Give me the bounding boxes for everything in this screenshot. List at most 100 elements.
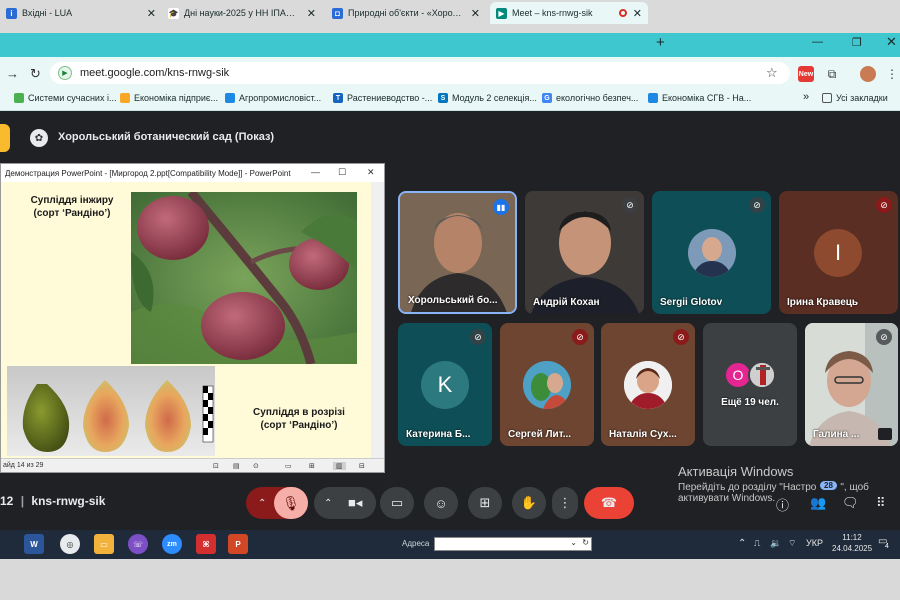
clock-date: 24.04.2025 [832,544,873,553]
present-button[interactable]: ⊞ [468,487,502,519]
chevron-down-icon[interactable]: ⌄ [570,538,577,547]
people-count-badge: 28 [820,481,837,490]
maximize-icon[interactable]: ❐ [852,36,862,49]
participant-tile[interactable]: ⊘ Сергей Лит... [500,323,594,446]
activities-icon[interactable]: ⠿ [876,495,886,511]
presenter-label: Хорольський ботанический сад (Показ) [58,131,275,143]
reading-view-icon[interactable]: ▥ [333,461,346,470]
minimize-icon[interactable]: — [812,36,823,48]
tab-label: Meet – kns-rnwg-sik [512,8,593,18]
emoji-button[interactable]: ☺ [424,487,458,519]
participant-tile[interactable]: ⊘ Галина ... [805,323,898,446]
notes-icon[interactable]: ⊡ [213,462,219,470]
mic-control[interactable]: ⌃ 🎙 [246,487,308,519]
sorter-view-icon[interactable]: ⊞ [309,462,315,470]
word-icon[interactable]: W [24,534,44,554]
avatar-photo [624,361,672,409]
bookmark-item[interactable]: Економіка СГВ - На... [648,93,751,103]
presenter-avatar: ✿ [30,129,48,147]
more-participants-tile[interactable]: О Ещё 19 чел. [703,323,797,446]
minimize-icon[interactable]: — [311,167,320,177]
slide: Супліддя інжиру (сорт ‘Рандіно’) Суплідд… [1,182,371,458]
more-options-button[interactable]: ⋮ [552,487,578,519]
site-info-icon[interactable]: ▶ [58,66,72,80]
reload-icon[interactable]: ↻ [30,66,41,82]
windows-activation-watermark: Активація Windows Перейдіть до розділу "… [678,464,869,504]
clock[interactable]: 11:12 24.04.2025 [832,532,872,554]
captions-button[interactable]: ▭ [380,487,414,519]
pdf-icon[interactable]: ⌘ [196,534,216,554]
close-icon[interactable]: ✕ [307,7,316,20]
fig-branch-photo [131,192,357,364]
chevron-up-icon[interactable]: ⌃ [324,498,332,509]
network-icon[interactable]: ⌔ [788,538,796,549]
bookmark-item[interactable]: S Модуль 2 селекція... [438,93,537,103]
activation-text: ", щоб [840,482,869,493]
bookmark-label: Економіка підприє... [134,93,218,103]
zoom-icon[interactable]: zm [162,534,182,554]
bookmark-item[interactable]: T Растениеводство -... [333,93,432,103]
close-icon[interactable]: ✕ [367,167,375,178]
bookmark-star-icon[interactable]: ☆ [766,65,778,81]
tab-natural-objects[interactable]: ◘ Природні об'єкти - «Хорольськ ✕ [326,2,486,24]
shared-screen-powerpoint[interactable]: Демонстрация PowerPoint - [Миргород 2.pp… [0,163,385,473]
participant-tile[interactable]: ⊘ Sergii Glotov [652,191,771,314]
tab-science-days[interactable]: 🎓 Дні науки-2025 у НН ІПАН »Іс ✕ [162,2,322,24]
mic-off-icon[interactable]: 🎙 [274,487,308,519]
more-bookmarks-icon[interactable]: » [803,91,809,103]
language-indicator[interactable]: УКР [806,538,823,548]
chat-icon[interactable]: 🗨 [842,495,859,511]
participant-tile[interactable]: K ⊘ Катерина Б... [398,323,492,446]
normal-view-icon[interactable]: ▭ [285,462,292,470]
mic-off-icon: ⊘ [876,329,892,345]
file-explorer-icon[interactable]: ▭ [94,534,114,554]
camera-icon[interactable]: ■◂ [348,495,362,511]
info-icon[interactable]: ⓘ [776,495,789,514]
bookmark-label: Модуль 2 селекція... [452,93,537,103]
forward-icon[interactable]: → [6,66,19,81]
close-icon[interactable]: ✕ [633,7,642,20]
close-icon[interactable]: ✕ [471,7,480,20]
chevron-up-icon[interactable]: ⌃ [258,498,266,509]
avatar-photo [688,229,736,277]
close-window-icon[interactable]: ✕ [886,34,897,50]
volume-icon[interactable]: 🔉 [770,538,781,549]
bookmark-label: Системи сучасних і... [28,93,117,103]
tab-inbox[interactable]: i Вхідні - LUA ✕ [0,2,162,24]
extensions-puzzle-icon[interactable]: ⧉ [824,66,840,82]
record-icon[interactable]: ⊙ [253,462,259,470]
people-icon[interactable]: 👥 [810,495,826,511]
menu-kebab-icon[interactable]: ⋮ [884,66,900,82]
ppt-scrollbar[interactable] [371,182,384,458]
close-icon[interactable]: ✕ [147,7,156,20]
address-bar[interactable]: ▶ meet.google.com/kns-rnwg-sik [50,62,790,84]
mic-off-icon: ⊘ [622,197,638,213]
bookmark-item[interactable]: Економіка підприє... [120,93,218,103]
bookmark-item[interactable]: Агропромисловіст... [225,93,321,103]
tab-meet[interactable]: ▶ Meet – kns-rnwg-sik ✕ [490,2,648,24]
participant-tile[interactable]: ▮▮ Хорольський бо... [398,191,517,314]
powerpoint-icon[interactable]: P [228,534,248,554]
tray-chevron-icon[interactable]: ⌃ [738,538,746,549]
go-icon[interactable]: ↻ [582,538,589,547]
camera-control[interactable]: ⌃ ■◂ [314,487,376,519]
battery-icon[interactable]: ⎍ [754,538,760,549]
participant-tile[interactable]: І ⊘ Ірина Кравець [779,191,898,314]
bookmark-item[interactable]: Системи сучасних і... [14,93,116,103]
slideshow-icon[interactable]: ⊟ [359,462,365,470]
raise-hand-button[interactable]: ✋ [512,487,546,519]
comments-icon[interactable]: ▤ [233,462,240,470]
extension-new-icon[interactable]: New [798,66,814,82]
pin-screen-icon[interactable] [878,428,892,440]
viber-icon[interactable]: ☏ [128,534,148,554]
chrome-icon[interactable]: ◎ [60,534,80,554]
participant-tile[interactable]: ⊘ Наталія Сух... [601,323,695,446]
participant-tile[interactable]: ⊘ Андрій Кохан [525,191,644,314]
profile-avatar[interactable] [860,66,876,82]
new-tab-icon[interactable]: + [656,34,665,51]
bookmark-item[interactable]: Gекологічно безпеч... [542,93,638,103]
address-toolbar-input[interactable]: ⌄ ↻ [434,537,592,551]
all-bookmarks[interactable]: Усі закладки [822,93,888,103]
leave-call-button[interactable]: ☎ [584,487,634,519]
maximize-icon[interactable]: ☐ [338,167,346,178]
